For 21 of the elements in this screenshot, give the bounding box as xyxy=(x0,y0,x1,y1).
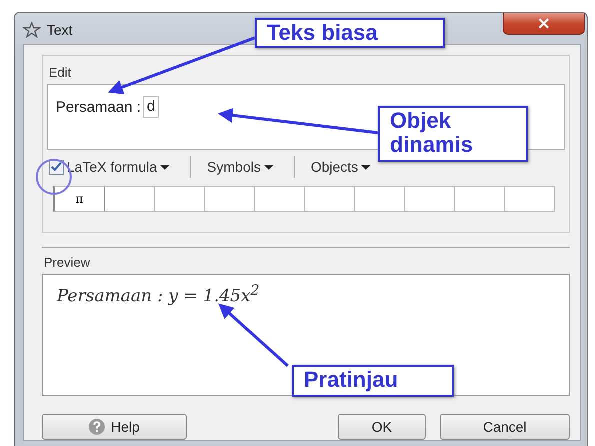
formula-text: Persamaan : y = 1.45x$^{2}$ xyxy=(57,283,261,307)
dropdown-menu[interactable]: Objects xyxy=(310,159,378,175)
callout-tooltip: Pratinjau xyxy=(292,365,454,397)
help-icon xyxy=(89,419,106,435)
caret-icon xyxy=(361,164,372,170)
caret-icon xyxy=(160,164,170,170)
dynamic-object-field[interactable]: d xyxy=(143,96,160,118)
arrow xyxy=(218,304,289,368)
star-icon xyxy=(23,22,41,38)
dialog-button[interactable]: Cancel xyxy=(440,414,570,440)
input-text: Persamaan : xyxy=(56,99,142,116)
close-button[interactable]: × xyxy=(503,13,585,35)
window-title: Text xyxy=(47,22,73,38)
dialog-button[interactable]: OK xyxy=(338,414,426,440)
section-label: Edit xyxy=(49,65,72,80)
callout-tooltip: Teks biasa xyxy=(255,18,445,48)
dropdown-menu[interactable]: Symbols xyxy=(207,159,280,175)
caret-icon xyxy=(264,164,274,170)
help-button[interactable]: Help xyxy=(42,414,187,440)
callout-tooltip: Objek dinamis xyxy=(378,106,528,162)
section-label: Preview xyxy=(44,255,92,270)
